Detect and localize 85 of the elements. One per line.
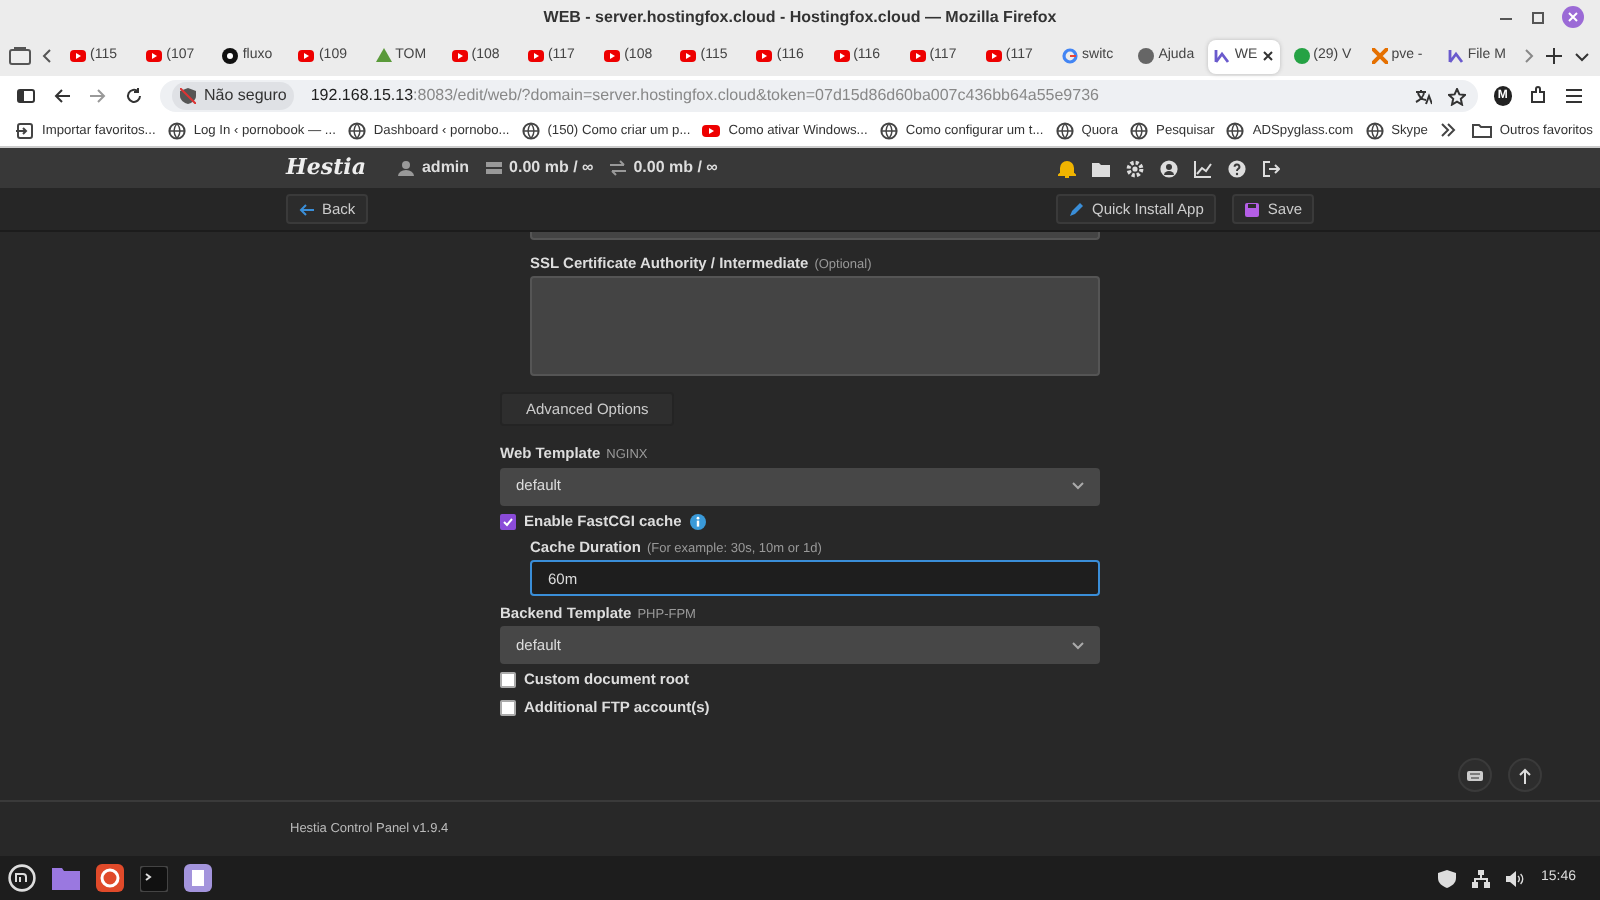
shield-icon[interactable] bbox=[1438, 869, 1457, 887]
address-bar[interactable]: Não seguro 192.168.15.13:8083/edit/web/?domain=server.hostingfox.cloud&token=07d15d86d60ba007c436bb64a55e9736 bbox=[160, 80, 1478, 112]
statistics-icon[interactable] bbox=[1194, 159, 1212, 177]
favicon-icon bbox=[521, 121, 540, 140]
disk-icon bbox=[485, 160, 502, 176]
new-tab-icon[interactable] bbox=[1543, 46, 1564, 66]
start-menu-icon[interactable] bbox=[8, 864, 36, 892]
back-icon[interactable] bbox=[52, 86, 72, 106]
favicon-icon bbox=[146, 48, 163, 64]
settings-icon[interactable] bbox=[1126, 159, 1144, 177]
scroll-right-icon[interactable] bbox=[1519, 46, 1536, 66]
bandwidth-usage: 0.00 mb / ∞ bbox=[633, 156, 718, 180]
notification-bell-icon[interactable] bbox=[1058, 159, 1076, 177]
favicon-icon bbox=[909, 48, 926, 64]
scroll-left-icon[interactable] bbox=[40, 46, 56, 66]
favicon-icon bbox=[1130, 121, 1149, 140]
sidebar-icon[interactable] bbox=[16, 86, 36, 106]
favicon-icon bbox=[527, 48, 544, 64]
favicon-icon bbox=[833, 48, 850, 64]
shield-icon bbox=[180, 88, 196, 104]
translate-icon[interactable] bbox=[1413, 87, 1432, 105]
favicon-icon bbox=[1214, 48, 1231, 64]
quick-install-icon bbox=[1068, 201, 1085, 217]
user-name: admin bbox=[421, 156, 470, 180]
disk-usage: 0.00 mb / ∞ bbox=[509, 156, 594, 180]
favicon-icon bbox=[604, 48, 621, 64]
browser-icon[interactable] bbox=[96, 864, 124, 892]
menu-icon[interactable] bbox=[1564, 86, 1584, 106]
window-title: WEB - server.hostingfox.cloud - Hostingfox.cloud — Mozilla Firefox bbox=[543, 6, 1057, 30]
favicon-icon bbox=[1447, 48, 1464, 64]
security-indicator[interactable]: Não seguro bbox=[172, 82, 295, 110]
extensions-icon[interactable] bbox=[1528, 86, 1548, 106]
account-icon[interactable] bbox=[1160, 159, 1178, 177]
favicon-icon bbox=[1371, 48, 1388, 64]
terminal-icon[interactable] bbox=[140, 865, 168, 891]
favicon-icon bbox=[70, 48, 86, 64]
save-icon bbox=[1243, 201, 1260, 217]
more-bookmarks-icon[interactable] bbox=[1439, 122, 1456, 139]
favicon-icon bbox=[375, 48, 392, 64]
keyboard-icon bbox=[1466, 769, 1484, 781]
favicon-icon bbox=[680, 48, 697, 64]
forward-icon[interactable] bbox=[88, 86, 108, 106]
logout-icon[interactable] bbox=[1262, 159, 1280, 177]
checkbox[interactable] bbox=[500, 513, 516, 530]
arrow-up-icon bbox=[1518, 767, 1532, 783]
volume-icon[interactable] bbox=[1506, 869, 1525, 887]
favicon-icon bbox=[756, 48, 773, 64]
folder-icon bbox=[1471, 122, 1492, 139]
favicon-icon bbox=[451, 48, 468, 64]
check-icon bbox=[502, 515, 514, 528]
favicon-icon bbox=[1226, 121, 1245, 140]
favicon-icon bbox=[222, 48, 239, 64]
restore-icon[interactable] bbox=[1530, 9, 1546, 25]
favicon-icon bbox=[347, 121, 366, 140]
favicon-icon bbox=[16, 121, 34, 140]
favicon-icon bbox=[702, 121, 721, 140]
favicon-icon bbox=[167, 121, 186, 140]
network-icon[interactable] bbox=[1472, 869, 1491, 887]
back-icon bbox=[298, 201, 314, 217]
favicon-icon bbox=[985, 48, 1002, 64]
favicon-icon bbox=[879, 121, 898, 140]
scroll-top-button[interactable] bbox=[1508, 758, 1542, 792]
favicon-icon bbox=[1055, 121, 1074, 140]
close-icon[interactable] bbox=[1261, 50, 1274, 62]
text-editor-icon[interactable] bbox=[184, 864, 212, 892]
favicon-icon bbox=[298, 48, 315, 64]
favicon-icon bbox=[1138, 48, 1155, 64]
keyboard-shortcuts-button[interactable] bbox=[1458, 758, 1492, 792]
help-icon[interactable] bbox=[1228, 159, 1246, 177]
files-icon[interactable] bbox=[52, 866, 80, 890]
transfer-icon bbox=[609, 160, 626, 176]
user-icon bbox=[397, 160, 414, 176]
favicon-icon bbox=[1365, 121, 1384, 140]
favicon-icon bbox=[1293, 48, 1310, 64]
reload-icon[interactable] bbox=[124, 86, 144, 106]
favicon-icon bbox=[1062, 48, 1079, 64]
checkbox[interactable] bbox=[500, 672, 516, 689]
chevron-down-icon bbox=[1072, 641, 1084, 650]
tab-overview-icon[interactable] bbox=[8, 46, 32, 66]
checkbox[interactable] bbox=[500, 699, 516, 716]
bookmark-star-icon[interactable] bbox=[1447, 87, 1466, 105]
chevron-down-icon bbox=[1072, 482, 1084, 490]
url-text: 192.168.15.13:8083/edit/web/?domain=server.hostingfox.cloud&token=07d15d86d60ba007c436bb64a55e9736 bbox=[310, 84, 1099, 108]
folder-icon[interactable] bbox=[1092, 159, 1110, 177]
logo[interactable]: Hestia bbox=[286, 151, 366, 185]
